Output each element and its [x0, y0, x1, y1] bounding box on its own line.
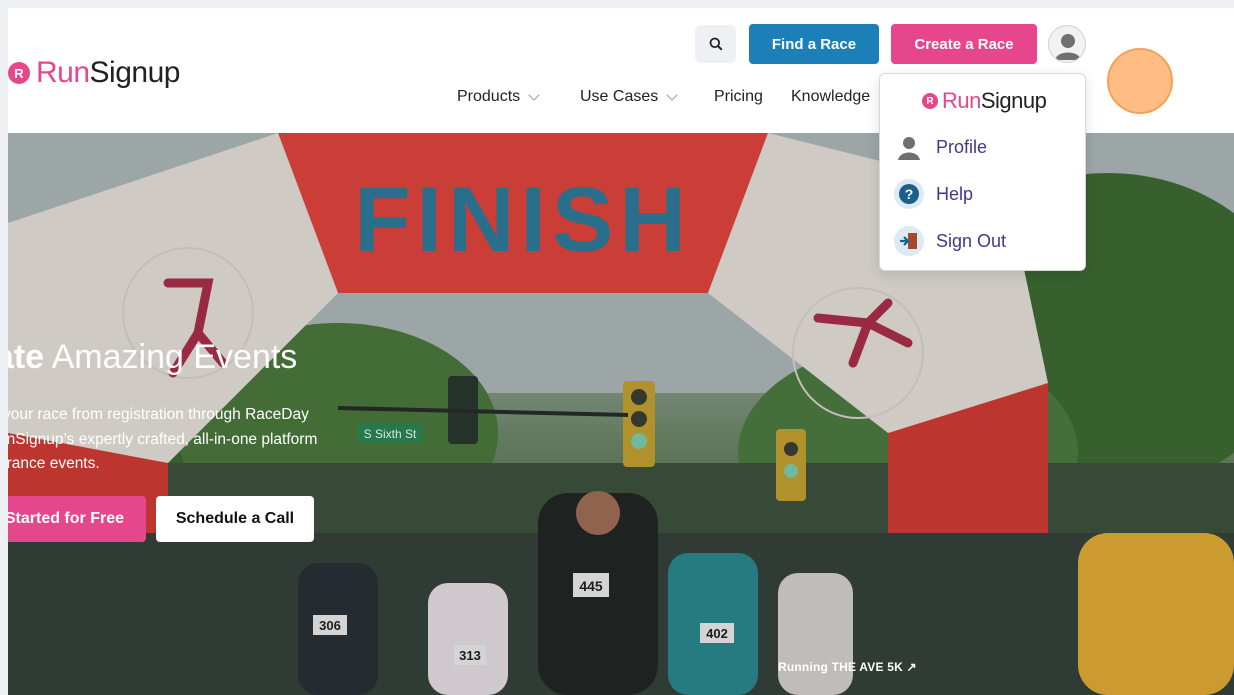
- hero-heading: eate Amazing Events: [8, 338, 298, 376]
- find-a-race-button[interactable]: Find a Race: [749, 24, 879, 64]
- menu-item-help[interactable]: ? Help: [894, 178, 973, 210]
- nav-products[interactable]: Products: [457, 88, 540, 106]
- nav-use-cases[interactable]: Use Cases: [580, 88, 678, 106]
- runsignup-logo[interactable]: R RunSignup: [8, 56, 180, 90]
- click-indicator: [1107, 48, 1173, 114]
- person-icon: [894, 132, 924, 162]
- page: R RunSignup Find a Race Create a Race Pr…: [8, 8, 1234, 695]
- user-avatar-button[interactable]: [1048, 25, 1086, 63]
- logo-text: RunSignup: [36, 56, 180, 89]
- avatar-icon: [1055, 34, 1081, 60]
- get-started-free-button[interactable]: Started for Free: [8, 496, 146, 542]
- search-icon: [709, 37, 723, 51]
- nav-pricing[interactable]: Pricing: [714, 88, 763, 106]
- chevron-down-icon: [528, 89, 540, 101]
- hero-description: your race from registration through Race…: [8, 406, 318, 472]
- nav-knowledge[interactable]: Knowledge: [791, 88, 870, 106]
- sign-out-icon: [894, 226, 924, 256]
- photo-caption-link[interactable]: Running THE AVE 5K ↗: [778, 660, 917, 674]
- create-a-race-button[interactable]: Create a Race: [891, 24, 1037, 64]
- svg-text:?: ?: [905, 186, 914, 202]
- logo-badge: R: [922, 93, 938, 109]
- schedule-a-call-button[interactable]: Schedule a Call: [156, 496, 314, 542]
- dropdown-logo: R RunSignup: [922, 88, 1047, 114]
- chevron-down-icon: [666, 89, 678, 101]
- search-button[interactable]: [695, 25, 736, 63]
- menu-item-sign-out[interactable]: Sign Out: [894, 225, 1006, 257]
- logo-badge: R: [8, 62, 30, 84]
- menu-item-profile[interactable]: Profile: [894, 131, 987, 163]
- help-icon: ?: [894, 179, 924, 209]
- account-dropdown-menu: R RunSignup Profile ? Help Sign Out: [879, 73, 1086, 271]
